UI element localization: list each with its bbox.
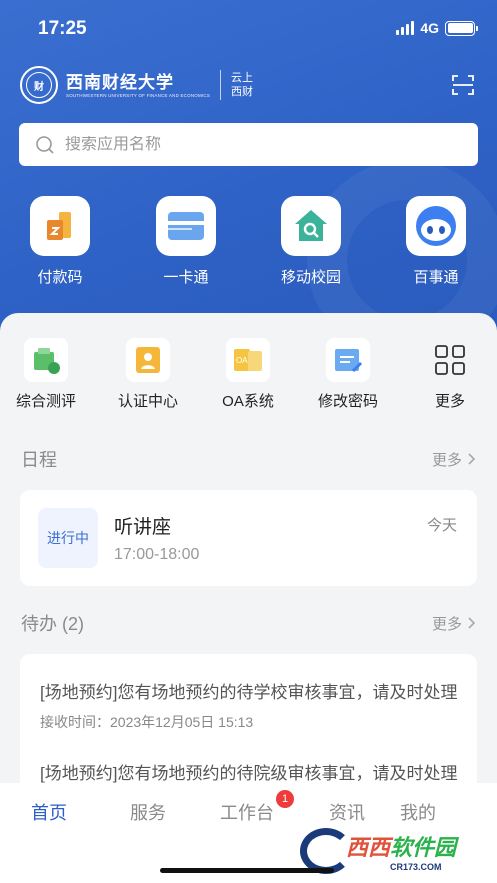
- search-input[interactable]: [65, 135, 445, 154]
- todo-header: 待办 (2) 更多: [21, 610, 476, 636]
- mobile-campus-icon: [281, 196, 341, 256]
- tab-workbench[interactable]: 工作台: [220, 799, 274, 825]
- evaluation-icon: [24, 338, 68, 382]
- network-type: 4G: [420, 20, 439, 36]
- school-logo: 财 西南财经大学 SOUTHWESTERN UNIVERSITY OF FINA…: [20, 66, 253, 104]
- todo-more-link[interactable]: 更多: [432, 613, 476, 634]
- school-name: 西南财经大学: [66, 72, 174, 93]
- brand-divider: [220, 70, 222, 100]
- quick-action-label: 付款码: [37, 269, 83, 286]
- school-name-en: SOUTHWESTERN UNIVERSITY OF FINANCE AND E…: [66, 92, 211, 98]
- service-oa-system[interactable]: OA OA系统: [198, 338, 298, 411]
- tab-profile[interactable]: 我的: [400, 799, 436, 825]
- todo-item-received-time: 接收时间：2023年12月05日 15:13: [40, 714, 254, 730]
- search-icon: [36, 135, 54, 154]
- tab-home[interactable]: 首页: [31, 799, 67, 825]
- status-bar: 17:25 4G: [0, 0, 497, 58]
- scan-icon[interactable]: [452, 74, 474, 96]
- schedule-more-link[interactable]: 更多: [432, 449, 476, 470]
- signal-icon: [396, 21, 415, 35]
- service-label: 修改密码: [317, 393, 378, 410]
- service-label: 认证中心: [117, 393, 178, 410]
- auth-center-icon: [126, 338, 170, 382]
- battery-icon: [445, 20, 478, 36]
- quick-action-assistant[interactable]: 百事通: [386, 196, 486, 287]
- tab-news[interactable]: 资讯: [329, 799, 365, 825]
- workbench-badge: 1: [276, 790, 294, 808]
- quick-action-payment-code[interactable]: 付款码: [10, 196, 110, 287]
- service-change-password[interactable]: 修改密码: [298, 338, 398, 411]
- campus-card-icon: [156, 196, 216, 256]
- quick-action-campus-card[interactable]: 一卡通: [136, 196, 236, 287]
- status-indicators: 4G: [396, 20, 478, 36]
- service-label: OA系统: [222, 393, 274, 410]
- search-bar[interactable]: [19, 123, 478, 166]
- schedule-status-badge: 进行中: [38, 508, 98, 568]
- quick-action-label: 百事通: [413, 269, 459, 286]
- schedule-title: 日程: [21, 450, 57, 470]
- service-auth-center[interactable]: 认证中心: [98, 338, 198, 411]
- todo-item-title: [场地预约]您有场地预约的待院级审核事宜，请及时处理: [40, 764, 458, 783]
- oa-system-icon: OA: [226, 338, 270, 382]
- quick-action-label: 一卡通: [163, 269, 209, 286]
- quick-action-mobile-campus[interactable]: 移动校园: [261, 196, 361, 287]
- school-seal-icon: 财: [20, 66, 58, 104]
- status-time: 17:25: [38, 18, 87, 39]
- service-row: 综合测评 认证中心 OA OA系统 修改密码 更多: [0, 338, 497, 418]
- service-label: 综合测评: [15, 393, 76, 410]
- robot-assistant-icon: [406, 196, 466, 256]
- schedule-header: 日程 更多: [21, 446, 476, 472]
- quick-action-label: 移动校园: [280, 269, 341, 286]
- todo-item[interactable]: [场地预约]您有场地预约的待学校审核事宜，请及时处理 接收时间：2023年12月…: [40, 678, 465, 732]
- schedule-event-time: 17:00-18:00: [114, 546, 200, 563]
- chevron-right-icon: [468, 617, 476, 629]
- change-password-icon: [326, 338, 370, 382]
- schedule-card[interactable]: 进行中 听讲座 17:00-18:00 今天: [20, 490, 477, 586]
- schedule-event-day: 今天: [426, 517, 457, 534]
- home-indicator: [160, 868, 334, 873]
- todo-item[interactable]: [场地预约]您有场地预约的待院级审核事宜，请及时处理: [40, 759, 465, 784]
- service-more[interactable]: 更多: [400, 338, 497, 411]
- todo-item-title: [场地预约]您有场地预约的待学校审核事宜，请及时处理: [40, 683, 458, 702]
- tab-services[interactable]: 服务: [130, 799, 166, 825]
- svg-text:OA: OA: [236, 356, 248, 365]
- todo-title: 待办 (2): [21, 614, 84, 634]
- app-name: 云上 西财: [231, 72, 254, 98]
- chevron-right-icon: [468, 453, 476, 465]
- grid-more-icon: [428, 338, 472, 382]
- service-label: 更多: [434, 393, 465, 410]
- schedule-event-title: 听讲座: [114, 517, 172, 538]
- service-evaluation[interactable]: 综合测评: [0, 338, 96, 411]
- payment-code-icon: [30, 196, 90, 256]
